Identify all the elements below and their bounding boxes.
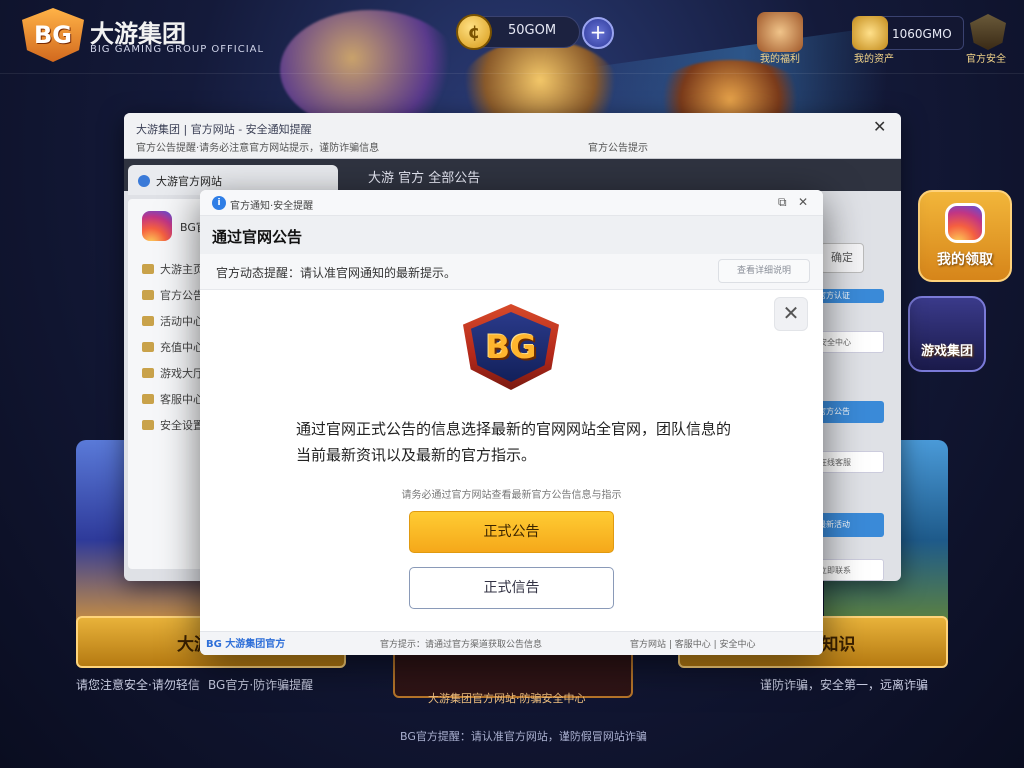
tab-label: 大游官方网站 <box>156 175 222 188</box>
close-button[interactable]: ✕ <box>774 297 808 331</box>
logo-text: BG <box>34 21 72 49</box>
footer-links[interactable]: 官方网站 | 客服中心 | 安全中心 <box>630 637 756 650</box>
logo-shield-icon: BG <box>471 312 551 382</box>
dialog-titlebar: i 官方通知·安全提醒 ⧉ ✕ <box>200 190 823 216</box>
rewards-icon[interactable] <box>757 12 803 52</box>
tab-announcements[interactable]: 大游 官方 全部公告 <box>368 167 480 186</box>
footer-notice: 官方提示：请通过官方渠道获取公告信息 <box>380 640 543 650</box>
announcement-dialog: i 官方通知·安全提醒 ⧉ ✕ 通过官网公告 官方动态提醒：请认准官网通知的最新… <box>200 190 823 655</box>
bottom-notice-mid: BG官方·防诈骗提醒 <box>208 678 314 692</box>
sidebar-item[interactable]: 客服中心 <box>142 391 204 407</box>
footer-notice: BG官方提醒：请认准官方网站，谨防假冒网站诈骗 <box>400 730 647 743</box>
info-icon: i <box>212 196 226 210</box>
sidebar-item[interactable]: 活动中心 <box>142 313 204 329</box>
sidebar-item[interactable]: 大游主页 <box>142 261 204 277</box>
shield-label: 官方安全 <box>966 54 1006 65</box>
dialog-subtitle: 官方动态提醒：请认准官网通知的最新提示。 <box>216 266 457 280</box>
window-subtitle: 官方公告提醒·请务必注意官方网站提示，谨防诈骗信息 <box>136 143 380 154</box>
claim-card[interactable]: 我的领取 <box>918 190 1012 282</box>
official-announcement-button[interactable]: 正式公告 <box>409 511 614 553</box>
confirm-button[interactable]: 确定 <box>820 243 864 273</box>
close-icon[interactable]: ✕ <box>873 117 886 136</box>
window-titlebar: 大游集团 | 官方网站 - 安全通知提醒 官方公告提醒·请务必注意官方网站提示，… <box>124 113 901 159</box>
assets-label: 我的资产 <box>854 54 894 65</box>
right-box[interactable]: 立即联系 <box>814 559 884 581</box>
coin-icon: ¢ <box>456 14 492 50</box>
sidebar-item[interactable]: 游戏大厅 <box>142 365 204 381</box>
restore-icon[interactable]: ⧉ <box>778 195 787 210</box>
dialog-app-title: 官方通知·安全提醒 <box>230 201 314 212</box>
logo-text: BG <box>485 328 537 366</box>
tab-bar: 大游官方网站 大游 官方 全部公告 <box>124 159 901 195</box>
add-coins-button[interactable]: + <box>582 17 614 49</box>
footer-brand[interactable]: BG 大游集团官方 <box>206 635 285 650</box>
close-icon[interactable]: ✕ <box>798 195 808 209</box>
dialog-body-text: 通过官网正式公告的信息选择最新的官网网站全官网，团队信息的当前最新资讯以及最新的… <box>296 420 732 464</box>
official-notice-button[interactable]: 正式信告 <box>409 567 614 609</box>
bg-logo: BG <box>463 304 559 390</box>
right-chip[interactable]: 官方公告 <box>814 401 884 423</box>
game-group-card-label: 游戏集团 <box>920 343 973 359</box>
claim-card-label: 我的领取 <box>937 252 993 268</box>
sidebar-item[interactable]: 官方公告 <box>142 287 204 303</box>
bottom-notice-left: 请您注意安全·请勿轻信 <box>76 678 200 692</box>
window-title: 大游集团 | 官方网站 - 安全通知提醒 <box>136 123 312 136</box>
bottom-notice-right: 谨防诈骗，安全第一，远离诈骗 <box>760 678 929 692</box>
username: 1060GMO <box>892 27 952 41</box>
right-chip[interactable]: 最新活动 <box>814 513 884 537</box>
rewards-label: 我的福利 <box>760 54 800 65</box>
brand-subtitle: BIG GAMING GROUP OFFICIAL <box>90 44 265 55</box>
sidebar-item[interactable]: 充值中心 <box>142 339 204 355</box>
tab-favicon-icon <box>138 175 150 187</box>
dialog-heading: 通过官网公告 <box>212 228 303 246</box>
camera-icon <box>945 203 985 243</box>
details-button[interactable]: 查看详细说明 <box>718 259 810 283</box>
brand-icon <box>142 211 172 241</box>
dialog-hint: 请务必通过官方网站查看最新官方公告信息与指示 <box>401 490 622 501</box>
game-group-card[interactable]: 游戏集团 <box>908 296 986 372</box>
window-title-right: 官方公告提示 <box>588 143 648 154</box>
sidebar-item[interactable]: 安全设置 <box>142 417 204 433</box>
coin-balance: 50GOM <box>508 23 557 38</box>
right-chip[interactable]: 官方认证 <box>814 289 884 303</box>
center-frame-caption: 大游集团官方网站·防骗安全中心 <box>428 692 586 705</box>
right-box[interactable]: 在线客服 <box>814 451 884 473</box>
right-box[interactable]: 安全中心 <box>814 331 884 353</box>
assets-icon[interactable] <box>852 16 888 50</box>
